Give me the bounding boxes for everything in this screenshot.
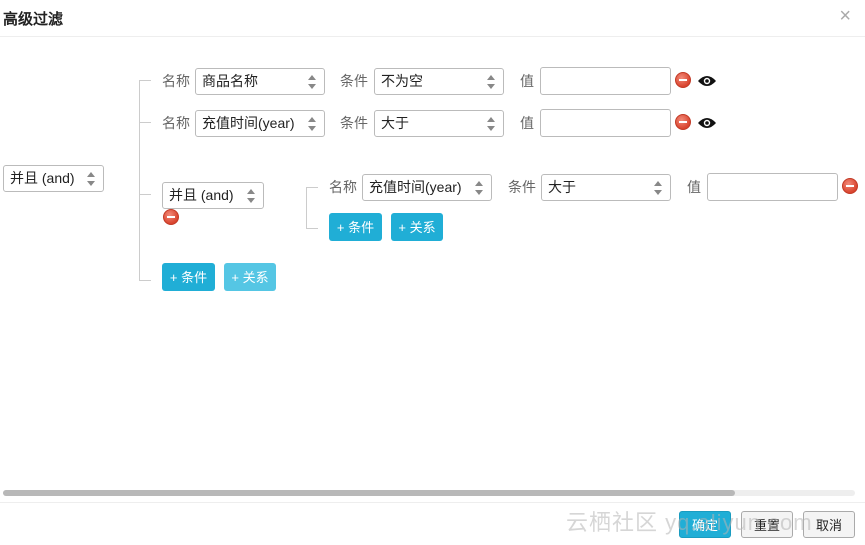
condition-select-value: 不为空 [381, 73, 423, 89]
sort-arrows-icon [246, 188, 256, 204]
sort-arrows-icon [86, 171, 96, 187]
confirm-button[interactable]: 确定 [679, 511, 731, 538]
tree-branch [139, 80, 151, 81]
value-input[interactable] [707, 173, 838, 201]
condition-select[interactable]: 不为空 [374, 68, 504, 95]
eye-icon[interactable] [697, 116, 717, 130]
scrollbar-thumb[interactable] [3, 490, 735, 496]
sort-arrows-icon [474, 180, 484, 196]
condition-select[interactable]: 大于 [374, 110, 504, 137]
sort-arrows-icon [307, 116, 317, 132]
condition-label: 条件 [340, 115, 368, 131]
nested-add-relation-button[interactable]: + 关系 [391, 213, 443, 241]
value-label: 值 [520, 115, 534, 131]
remove-group-icon[interactable] [163, 209, 179, 225]
tree-branch [139, 122, 151, 123]
eye-icon[interactable] [697, 74, 717, 88]
tree-branch [139, 194, 151, 195]
value-input[interactable] [540, 109, 671, 137]
name-select[interactable]: 充值时间(year) [362, 174, 492, 201]
sort-arrows-icon [486, 116, 496, 132]
add-relation-button[interactable]: + 关系 [224, 263, 276, 291]
value-label: 值 [520, 73, 534, 89]
root-relation-value: 并且 (and) [10, 170, 75, 186]
root-relation-select[interactable]: 并且 (and) [3, 165, 104, 192]
nested-add-condition-button[interactable]: + 条件 [329, 213, 382, 241]
dialog-title: 高级过滤 [3, 11, 64, 28]
remove-icon[interactable] [842, 178, 858, 194]
condition-select[interactable]: 大于 [541, 174, 671, 201]
value-label: 值 [687, 179, 701, 195]
sort-arrows-icon [653, 180, 663, 196]
sort-arrows-icon [307, 74, 317, 90]
remove-icon[interactable] [675, 72, 691, 88]
nested-relation-value: 并且 (and) [169, 187, 234, 203]
value-input[interactable] [540, 67, 671, 95]
tree-branch [306, 228, 318, 229]
close-icon[interactable]: × [839, 6, 851, 26]
nested-tree-line [306, 187, 307, 229]
name-label: 名称 [162, 73, 190, 89]
horizontal-scrollbar[interactable] [3, 490, 855, 496]
name-select-value: 商品名称 [202, 73, 258, 89]
tree-branch [139, 280, 151, 281]
name-select[interactable]: 充值时间(year) [195, 110, 325, 137]
name-select-value: 充值时间(year) [369, 179, 462, 195]
sort-arrows-icon [486, 74, 496, 90]
name-label: 名称 [162, 115, 190, 131]
name-select[interactable]: 商品名称 [195, 68, 325, 95]
remove-icon[interactable] [675, 114, 691, 130]
title-divider [0, 36, 865, 37]
condition-label: 条件 [340, 73, 368, 89]
add-condition-button[interactable]: + 条件 [162, 263, 215, 291]
reset-button[interactable]: 重置 [741, 511, 793, 538]
condition-label: 条件 [508, 179, 536, 195]
cancel-button[interactable]: 取消 [803, 511, 855, 538]
nested-relation-select[interactable]: 并且 (and) [162, 182, 264, 209]
name-select-value: 充值时间(year) [202, 115, 295, 131]
tree-branch [306, 187, 318, 188]
condition-select-value: 大于 [381, 115, 409, 131]
name-label: 名称 [329, 179, 357, 195]
footer-divider [0, 502, 865, 503]
condition-select-value: 大于 [548, 179, 576, 195]
root-tree-line [139, 80, 140, 281]
